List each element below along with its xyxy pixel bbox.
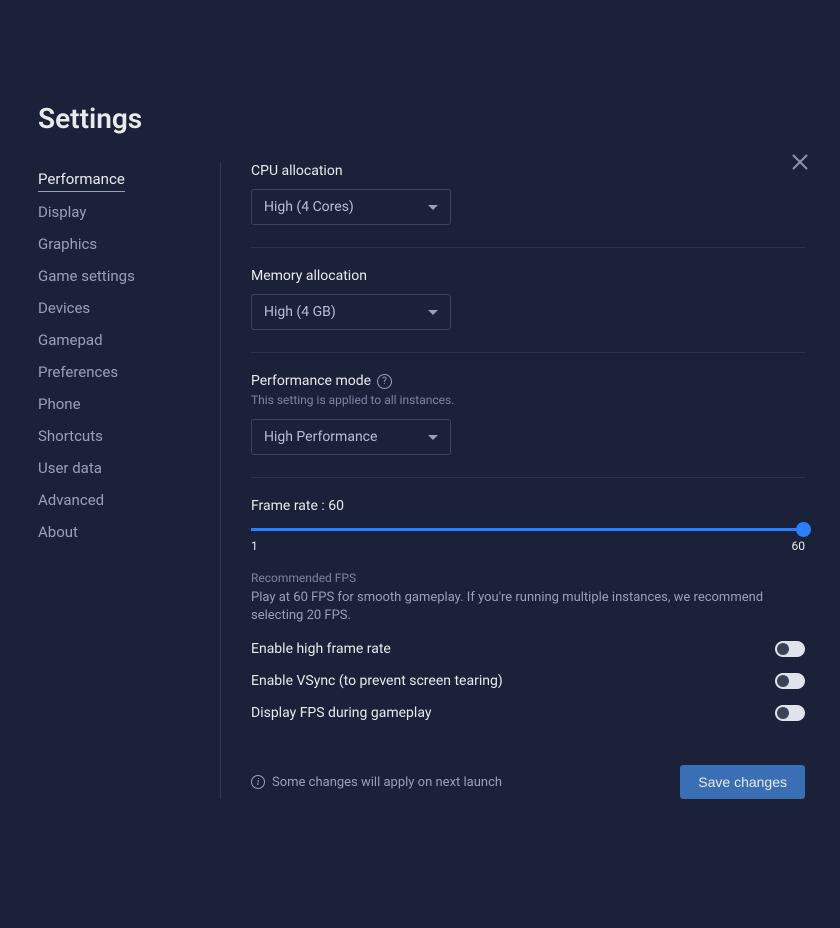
toggle-knob (777, 643, 789, 655)
divider (251, 477, 805, 478)
sidebar-item-graphics[interactable]: Graphics (38, 228, 220, 260)
divider (251, 247, 805, 248)
close-icon[interactable] (788, 150, 812, 174)
sidebar-item-devices[interactable]: Devices (38, 292, 220, 324)
footer: i Some changes will apply on next launch… (251, 765, 805, 799)
chevron-down-icon (428, 435, 438, 440)
toggle-high-frame-rate[interactable] (775, 641, 805, 657)
sidebar-item-about[interactable]: About (38, 516, 220, 548)
sidebar: Performance Display Graphics Game settin… (0, 163, 220, 799)
chevron-down-icon (428, 205, 438, 210)
sidebar-item-user-data[interactable]: User data (38, 452, 220, 484)
toggle-display-fps-label: Display FPS during gameplay (251, 705, 431, 721)
recommended-fps-desc: Play at 60 FPS for smooth gameplay. If y… (251, 589, 805, 625)
performance-mode-label: Performance mode ? (251, 373, 805, 389)
sidebar-item-shortcuts[interactable]: Shortcuts (38, 420, 220, 452)
slider-thumb[interactable] (796, 522, 811, 537)
performance-mode-value: High Performance (264, 429, 377, 445)
sidebar-item-game-settings[interactable]: Game settings (38, 260, 220, 292)
divider (251, 352, 805, 353)
cpu-allocation-value: High (4 Cores) (264, 199, 354, 215)
sidebar-item-preferences[interactable]: Preferences (38, 356, 220, 388)
info-icon: i (251, 775, 265, 789)
cpu-allocation-label: CPU allocation (251, 163, 805, 179)
slider-min: 1 (251, 539, 258, 553)
performance-mode-select[interactable]: High Performance (251, 419, 451, 455)
sidebar-item-display[interactable]: Display (38, 196, 220, 228)
memory-allocation-select[interactable]: High (4 GB) (251, 294, 451, 330)
footer-note: i Some changes will apply on next launch (251, 775, 502, 790)
recommended-fps-title: Recommended FPS (251, 571, 805, 585)
slider-max: 60 (792, 539, 806, 553)
slider-range-labels: 1 60 (251, 539, 805, 553)
toggle-vsync-label: Enable VSync (to prevent screen tearing) (251, 673, 503, 689)
content-panel: CPU allocation High (4 Cores) Memory all… (220, 163, 840, 799)
sidebar-item-phone[interactable]: Phone (38, 388, 220, 420)
save-button[interactable]: Save changes (680, 765, 805, 799)
chevron-down-icon (428, 310, 438, 315)
sidebar-item-advanced[interactable]: Advanced (38, 484, 220, 516)
memory-allocation-group: Memory allocation High (4 GB) (251, 268, 805, 330)
toggle-display-fps-row: Display FPS during gameplay (251, 705, 805, 721)
memory-allocation-value: High (4 GB) (264, 304, 336, 320)
help-icon[interactable]: ? (377, 374, 392, 389)
toggle-vsync-row: Enable VSync (to prevent screen tearing) (251, 673, 805, 689)
memory-allocation-label: Memory allocation (251, 268, 805, 284)
cpu-allocation-select[interactable]: High (4 Cores) (251, 189, 451, 225)
toggle-display-fps[interactable] (775, 705, 805, 721)
sidebar-item-gamepad[interactable]: Gamepad (38, 324, 220, 356)
page-title: Settings (38, 102, 840, 135)
performance-mode-group: Performance mode ? This setting is appli… (251, 373, 805, 455)
frame-rate-label: Frame rate : 60 (251, 498, 805, 514)
toggle-high-frame-rate-label: Enable high frame rate (251, 641, 391, 657)
cpu-allocation-group: CPU allocation High (4 Cores) (251, 163, 805, 225)
toggle-knob (777, 675, 789, 687)
toggle-knob (777, 707, 789, 719)
performance-mode-hint: This setting is applied to all instances… (251, 393, 805, 407)
toggle-high-frame-rate-row: Enable high frame rate (251, 641, 805, 657)
frame-rate-slider[interactable] (251, 528, 805, 531)
toggle-vsync[interactable] (775, 673, 805, 689)
sidebar-item-performance[interactable]: Performance (38, 163, 125, 192)
